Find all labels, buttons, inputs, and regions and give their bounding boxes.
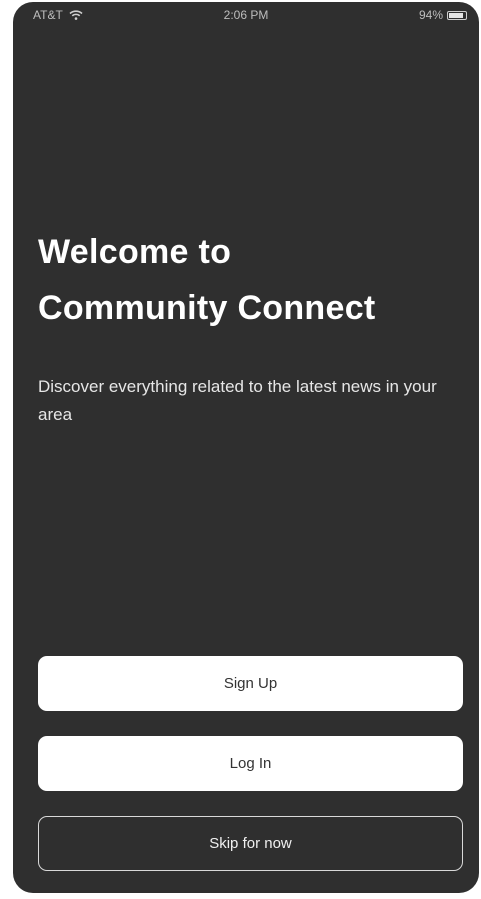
phone-screen: AT&T 2:06 PM 94% Welcome to Community Co… bbox=[13, 2, 479, 893]
welcome-title: Welcome to Community Connect bbox=[38, 224, 458, 336]
skip-button[interactable]: Skip for now bbox=[38, 816, 463, 871]
welcome-title-line1: Welcome to bbox=[38, 233, 232, 271]
sign-up-button[interactable]: Sign Up bbox=[38, 656, 463, 711]
sign-up-label: Sign Up bbox=[223, 675, 278, 692]
status-right: 94% bbox=[419, 8, 467, 22]
battery-icon bbox=[447, 10, 467, 20]
welcome-subtitle: Discover everything related to the lates… bbox=[38, 377, 437, 424]
battery-percent: 94% bbox=[418, 8, 443, 22]
log-in-label: Log In bbox=[229, 755, 272, 772]
log-in-button[interactable]: Log In bbox=[38, 736, 463, 791]
skip-label: Skip for now bbox=[209, 835, 292, 852]
welcome-title-line2: Community Connect bbox=[38, 289, 376, 327]
status-time: 2:06 PM bbox=[223, 8, 269, 22]
status-bar: AT&T 2:06 PM 94% bbox=[13, 2, 479, 28]
